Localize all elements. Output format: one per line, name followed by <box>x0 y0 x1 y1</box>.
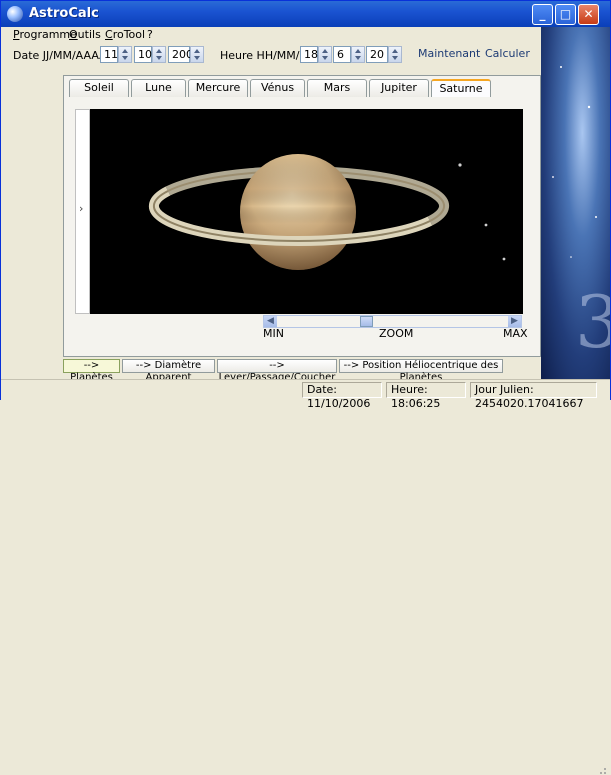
menu-help[interactable]: ? <box>147 28 153 41</box>
minute-field[interactable]: 6 <box>333 46 351 63</box>
date-label: Date JJ/MM/AAAA : <box>13 49 114 62</box>
spin-down-icon[interactable] <box>355 56 361 60</box>
subtab-position-heliocentrique[interactable]: --> Position Héliocentrique des Planètes <box>339 359 503 383</box>
second-spinner[interactable] <box>388 46 402 63</box>
minute-spinner[interactable] <box>351 46 365 63</box>
zoom-thumb[interactable] <box>360 316 373 327</box>
compute-button[interactable]: Calculer <box>485 47 530 60</box>
spin-down-icon[interactable] <box>392 56 398 60</box>
title-bar[interactable]: AstroCalc _ □ ✕ <box>1 1 610 27</box>
year-spinner[interactable] <box>190 46 204 63</box>
status-julian-day: Jour Julien: 2454020.17041667 <box>470 382 597 410</box>
spin-down-icon[interactable] <box>156 56 162 60</box>
svg-text:3: 3 <box>575 280 610 364</box>
status-time: Heure: 18:06:25 <box>386 382 466 410</box>
spin-up-icon[interactable] <box>156 49 162 53</box>
hour-spinner[interactable] <box>318 46 332 63</box>
tab-soleil[interactable]: Soleil <box>69 79 129 97</box>
month-spinner[interactable] <box>152 46 166 63</box>
subtab-planetes[interactable]: --> Planètes <box>63 359 120 383</box>
spin-down-icon[interactable] <box>122 56 128 60</box>
subtab-diametre[interactable]: --> Diamètre Apparent <box>122 359 215 383</box>
spin-down-icon[interactable] <box>194 56 200 60</box>
resize-grip-icon[interactable] <box>597 765 607 775</box>
starfield-decoration: 3 <box>541 27 610 379</box>
tab-mercure[interactable]: Mercure <box>188 79 248 97</box>
app-icon <box>7 6 23 22</box>
status-bar: Date: 11/10/2006 Heure: 18:06:25 Jour Ju… <box>1 379 610 774</box>
spin-up-icon[interactable] <box>122 49 128 53</box>
decoration-art: 3 <box>552 66 610 364</box>
zoom-min-label: MIN <box>263 327 284 340</box>
minimize-button[interactable]: _ <box>532 4 553 25</box>
year-field[interactable]: 2006 <box>168 46 200 63</box>
spin-up-icon[interactable] <box>322 49 328 53</box>
now-button[interactable]: Maintenant <box>418 47 480 60</box>
menu-outils[interactable]: Outils <box>69 28 101 41</box>
chevron-right-icon: › <box>79 202 84 215</box>
app-window: AstroCalc _ □ ✕ Programme Outils CroTool… <box>0 0 611 774</box>
tab-mars[interactable]: Mars <box>307 79 367 97</box>
spin-up-icon[interactable] <box>355 49 361 53</box>
scroll-left-icon[interactable]: ◀ <box>264 316 277 327</box>
status-date: Date: 11/10/2006 <box>302 382 382 410</box>
saturn-image <box>149 154 506 270</box>
tab-jupiter[interactable]: Jupiter <box>369 79 429 97</box>
second-field[interactable]: 20 <box>366 46 388 63</box>
zoom-max-label: MAX <box>503 327 528 340</box>
tab-venus[interactable]: Vénus <box>250 79 305 97</box>
zoom-label: ZOOM <box>379 327 414 340</box>
maximize-button[interactable]: □ <box>555 4 576 25</box>
planet-viewport[interactable] <box>90 109 523 314</box>
day-spinner[interactable] <box>118 46 132 63</box>
subtab-lever-coucher[interactable]: --> Lever/Passage/Coucher <box>217 359 337 383</box>
menu-crotool[interactable]: CroTool <box>105 28 145 41</box>
hour-field[interactable]: 18 <box>300 46 318 63</box>
month-field[interactable]: 10 <box>134 46 152 63</box>
spin-up-icon[interactable] <box>194 49 200 53</box>
spin-down-icon[interactable] <box>322 56 328 60</box>
close-button[interactable]: ✕ <box>578 4 599 25</box>
window-title: AstroCalc <box>29 6 99 21</box>
day-field[interactable]: 11 <box>100 46 118 63</box>
menu-bar: Programme Outils CroTool ? <box>1 27 610 43</box>
scroll-right-icon[interactable]: ▶ <box>508 316 521 327</box>
menu-programme[interactable]: Programme <box>13 28 77 41</box>
spin-up-icon[interactable] <box>392 49 398 53</box>
tab-saturne[interactable]: Saturne <box>431 79 491 97</box>
tab-lune[interactable]: Lune <box>131 79 186 97</box>
side-expander[interactable]: › <box>75 109 90 314</box>
